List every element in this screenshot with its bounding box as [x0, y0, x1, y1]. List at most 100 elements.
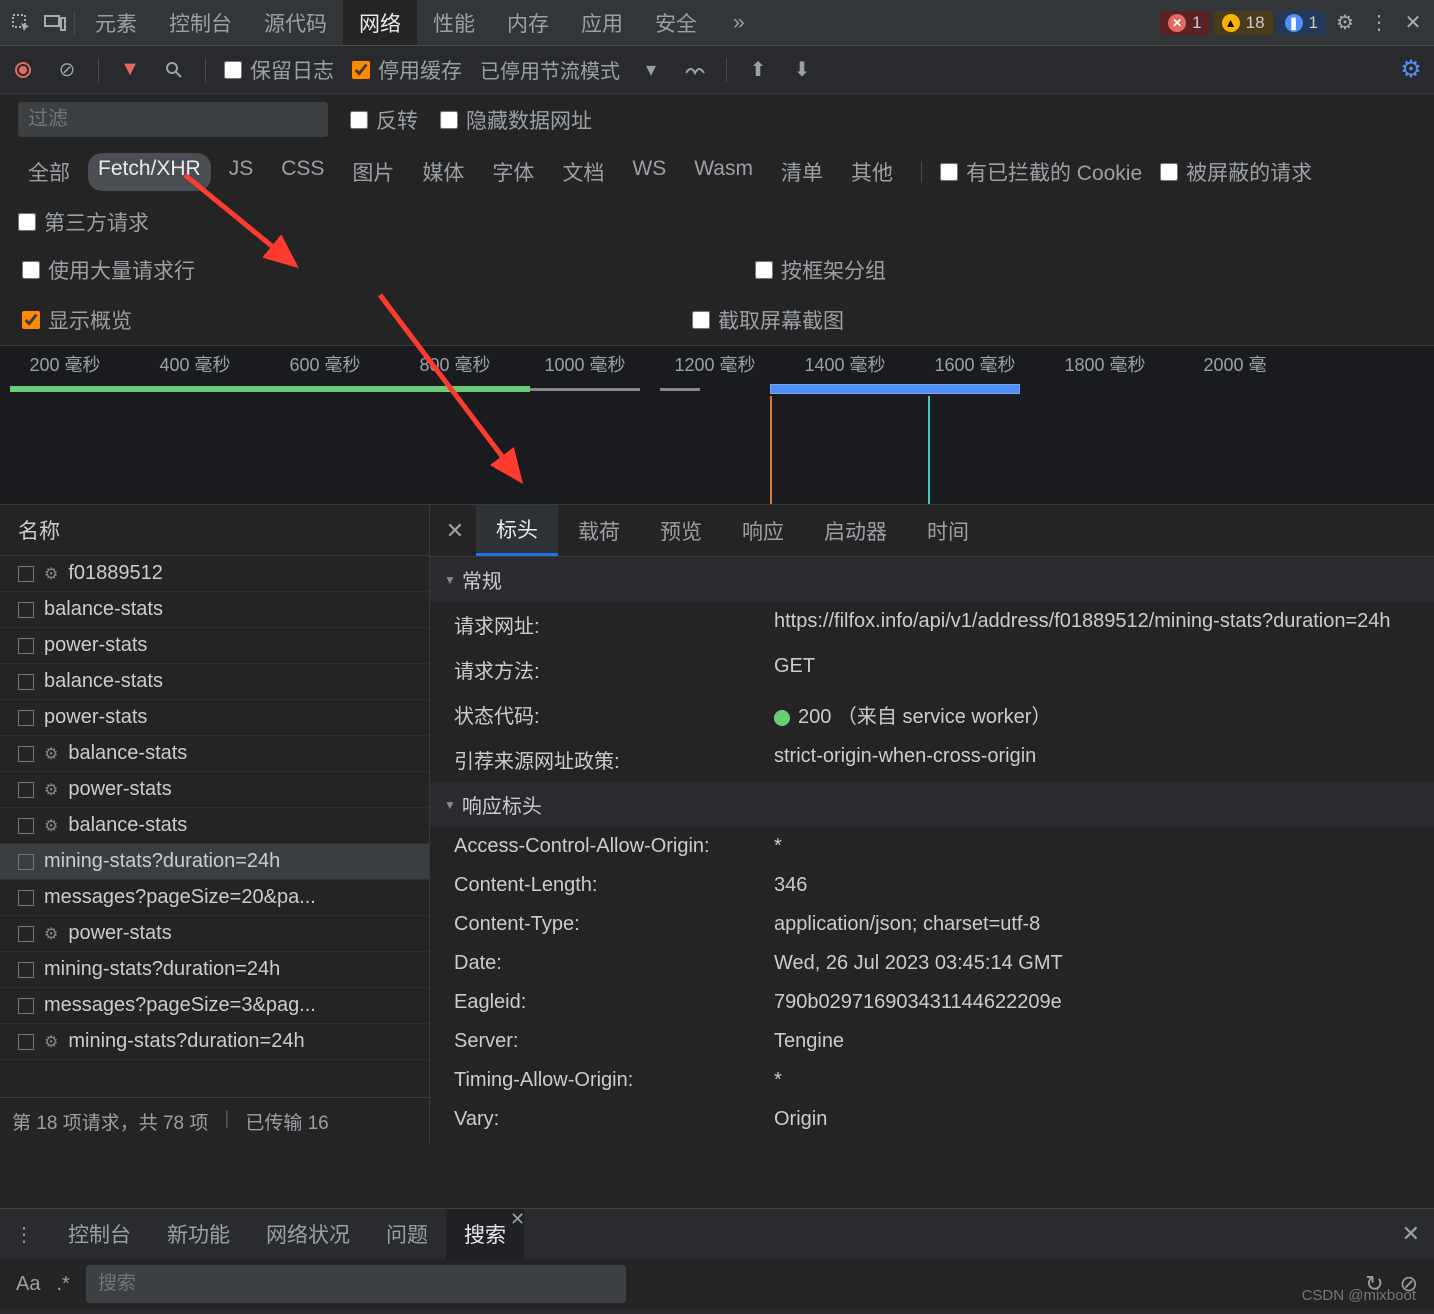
- detail-tab-标头[interactable]: 标头: [476, 505, 558, 556]
- tab-源代码[interactable]: 源代码: [248, 0, 343, 45]
- row-checkbox[interactable]: [18, 566, 34, 582]
- type-pill-js[interactable]: JS: [219, 153, 264, 191]
- device-icon[interactable]: [40, 8, 70, 38]
- regex-toggle[interactable]: .*: [56, 1273, 69, 1296]
- row-checkbox[interactable]: [18, 746, 34, 762]
- kebab-icon[interactable]: ⋮: [1364, 8, 1394, 38]
- show-overview-checkbox[interactable]: 显示概览: [22, 305, 132, 335]
- request-row[interactable]: power-stats: [0, 628, 429, 664]
- filter-icon[interactable]: ▼: [117, 57, 143, 83]
- request-row[interactable]: ⚙f01889512: [0, 556, 429, 592]
- type-pill-全部[interactable]: 全部: [18, 153, 80, 191]
- request-row[interactable]: ⚙balance-stats: [0, 736, 429, 772]
- request-list-header[interactable]: 名称: [0, 505, 429, 556]
- network-conditions-icon[interactable]: [682, 57, 708, 83]
- detail-tab-启动器[interactable]: 启动器: [804, 505, 907, 556]
- row-checkbox[interactable]: [18, 818, 34, 834]
- preserve-log-checkbox[interactable]: 保留日志: [224, 55, 334, 85]
- disable-cache-checkbox[interactable]: 停用缓存: [352, 55, 462, 85]
- row-checkbox[interactable]: [18, 638, 34, 654]
- row-checkbox[interactable]: [18, 998, 34, 1014]
- tab-应用[interactable]: 应用: [565, 0, 639, 45]
- row-checkbox[interactable]: [18, 926, 34, 942]
- row-checkbox[interactable]: [18, 710, 34, 726]
- record-button[interactable]: [10, 57, 36, 83]
- timeline-overview[interactable]: 200 毫秒400 毫秒600 毫秒800 毫秒1000 毫秒1200 毫秒14…: [0, 345, 1434, 505]
- clear-button[interactable]: ⊘: [54, 57, 80, 83]
- invert-checkbox[interactable]: 反转: [350, 105, 418, 135]
- third-party-checkbox[interactable]: 第三方请求: [18, 207, 149, 237]
- type-pill-字体[interactable]: 字体: [482, 153, 544, 191]
- request-row[interactable]: ⚙power-stats: [0, 772, 429, 808]
- tab-安全[interactable]: 安全: [639, 0, 713, 45]
- type-pill-图片[interactable]: 图片: [342, 153, 404, 191]
- type-pill-其他[interactable]: 其他: [841, 153, 903, 191]
- import-icon[interactable]: ⬆: [745, 57, 771, 83]
- close-tab-icon[interactable]: ✕: [510, 1209, 525, 1259]
- type-pill-清单[interactable]: 清单: [771, 153, 833, 191]
- general-section[interactable]: 常规: [430, 557, 1434, 602]
- blocked-requests-checkbox[interactable]: 被屏蔽的请求: [1160, 157, 1312, 187]
- capture-screenshots-checkbox[interactable]: 截取屏幕截图: [692, 305, 844, 335]
- detail-tab-响应[interactable]: 响应: [722, 505, 804, 556]
- response-headers-section[interactable]: 响应标头: [430, 782, 1434, 827]
- row-checkbox[interactable]: [18, 890, 34, 906]
- filter-input[interactable]: [18, 102, 328, 137]
- row-checkbox[interactable]: [18, 602, 34, 618]
- blocked-cookies-checkbox[interactable]: 有已拦截的 Cookie: [940, 157, 1142, 187]
- export-icon[interactable]: ⬇: [789, 57, 815, 83]
- error-badge[interactable]: ✕1: [1160, 11, 1209, 35]
- gear-icon[interactable]: ⚙: [1398, 57, 1424, 83]
- request-row[interactable]: messages?pageSize=20&pa...: [0, 880, 429, 916]
- request-row[interactable]: mining-stats?duration=24h: [0, 844, 429, 880]
- row-checkbox[interactable]: [18, 1034, 34, 1050]
- close-details-icon[interactable]: ✕: [440, 518, 470, 544]
- settings-icon[interactable]: ⚙: [1330, 8, 1360, 38]
- tab-性能[interactable]: 性能: [417, 0, 491, 45]
- drawer-tab-网络状况[interactable]: 网络状况: [248, 1209, 368, 1259]
- hide-data-urls-checkbox[interactable]: 隐藏数据网址: [440, 105, 592, 135]
- request-row[interactable]: ⚙balance-stats: [0, 808, 429, 844]
- tab-内存[interactable]: 内存: [491, 0, 565, 45]
- drawer-tab-问题[interactable]: 问题: [368, 1209, 446, 1259]
- type-pill-fetch/xhr[interactable]: Fetch/XHR: [88, 153, 211, 191]
- type-pill-css[interactable]: CSS: [271, 153, 334, 191]
- drawer-tab-控制台[interactable]: 控制台: [50, 1209, 149, 1259]
- detail-tab-时间[interactable]: 时间: [907, 505, 989, 556]
- tab-元素[interactable]: 元素: [79, 0, 153, 45]
- drawer-kebab-icon[interactable]: ⋮: [14, 1222, 40, 1247]
- close-drawer-icon[interactable]: ✕: [1402, 1221, 1420, 1247]
- request-row[interactable]: mining-stats?duration=24h: [0, 952, 429, 988]
- row-checkbox[interactable]: [18, 962, 34, 978]
- request-row[interactable]: ⚙power-stats: [0, 916, 429, 952]
- type-pill-文档[interactable]: 文档: [552, 153, 614, 191]
- detail-tab-预览[interactable]: 预览: [640, 505, 722, 556]
- search-icon[interactable]: [161, 57, 187, 83]
- inspect-icon[interactable]: [6, 8, 36, 38]
- more-tabs[interactable]: »: [717, 0, 761, 45]
- drawer-tab-新功能[interactable]: 新功能: [149, 1209, 248, 1259]
- throttle-select[interactable]: 已停用节流模式: [480, 55, 620, 84]
- close-icon[interactable]: ✕: [1398, 8, 1428, 38]
- row-checkbox[interactable]: [18, 854, 34, 870]
- row-checkbox[interactable]: [18, 674, 34, 690]
- request-row[interactable]: power-stats: [0, 700, 429, 736]
- detail-tab-载荷[interactable]: 载荷: [558, 505, 640, 556]
- tab-网络[interactable]: 网络: [343, 0, 417, 45]
- group-by-frame-checkbox[interactable]: 按框架分组: [755, 255, 886, 285]
- search-input[interactable]: [86, 1265, 626, 1303]
- request-row[interactable]: balance-stats: [0, 592, 429, 628]
- request-row[interactable]: messages?pageSize=3&pag...: [0, 988, 429, 1024]
- request-row[interactable]: ⚙mining-stats?duration=24h: [0, 1024, 429, 1060]
- large-rows-checkbox[interactable]: 使用大量请求行: [22, 255, 195, 285]
- info-badge[interactable]: ❚1: [1277, 11, 1326, 35]
- chevron-down-icon[interactable]: ▾: [638, 57, 664, 83]
- warning-badge[interactable]: ▲18: [1214, 11, 1273, 35]
- row-checkbox[interactable]: [18, 782, 34, 798]
- type-pill-wasm[interactable]: Wasm: [684, 153, 763, 191]
- request-row[interactable]: balance-stats: [0, 664, 429, 700]
- type-pill-ws[interactable]: WS: [622, 153, 676, 191]
- tab-控制台[interactable]: 控制台: [153, 0, 248, 45]
- type-pill-媒体[interactable]: 媒体: [412, 153, 474, 191]
- match-case-toggle[interactable]: Aa: [16, 1273, 40, 1296]
